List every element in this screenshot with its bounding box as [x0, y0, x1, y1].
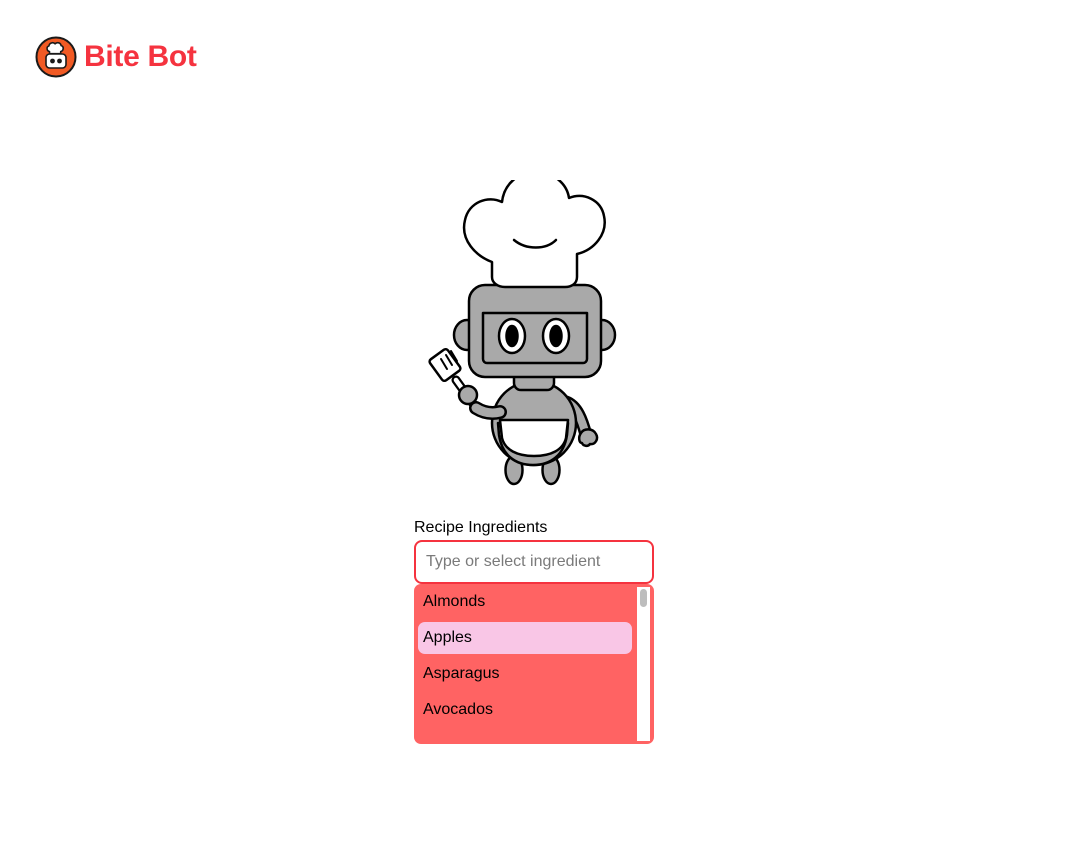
chef-robot-mascot-icon — [428, 180, 617, 486]
ingredient-option[interactable]: Avocados — [418, 694, 632, 726]
ingredient-option[interactable]: Almonds — [418, 586, 632, 618]
chef-robot-logo-icon — [35, 36, 77, 78]
ingredient-option[interactable]: Apples — [418, 622, 632, 654]
options-scrollbar-thumb[interactable] — [640, 589, 647, 607]
options-scrollbar[interactable] — [637, 587, 650, 741]
ingredient-options: Almonds Apples Asparagus Avocados — [418, 586, 632, 744]
recipe-ingredients-label: Recipe Ingredients — [414, 519, 548, 536]
recipe-ingredients-field: Recipe Ingredients — [414, 518, 654, 584]
ingredient-options-listbox[interactable]: Almonds Apples Asparagus Avocados — [414, 584, 654, 744]
ingredient-search-input[interactable] — [416, 542, 652, 582]
brand-name: Bite Bot — [84, 40, 197, 73]
ingredient-option[interactable]: Asparagus — [418, 658, 632, 690]
ingredient-combobox[interactable] — [414, 540, 654, 584]
brand-home-link[interactable]: Bite Bot — [35, 36, 197, 78]
